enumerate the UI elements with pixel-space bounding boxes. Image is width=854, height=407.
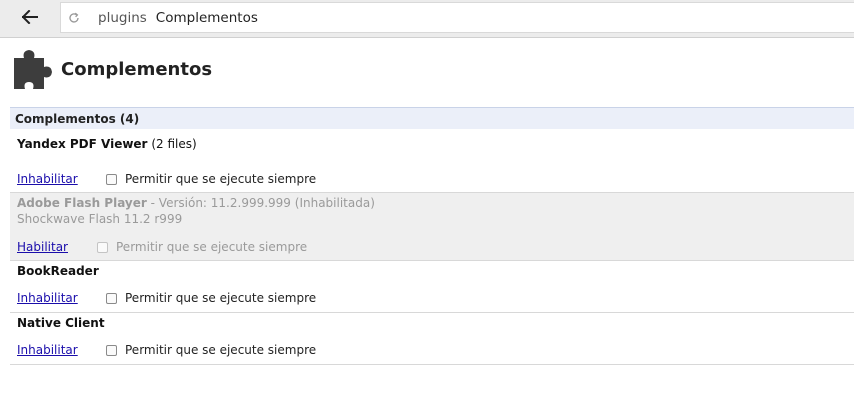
always-run-label: Permitir que se ejecute siempre — [125, 343, 317, 357]
section-title: Complementos (4) — [15, 111, 140, 126]
always-run-checkbox[interactable] — [106, 344, 117, 356]
enable-link[interactable]: Habilitar — [17, 240, 68, 254]
plugin-name: Yandex PDF Viewer (2 files) — [17, 137, 197, 151]
plugin-item-bookreader: BookReader Inhabilitar Permitir que se e… — [10, 261, 854, 313]
puzzle-icon — [12, 47, 56, 91]
reload-icon[interactable] — [68, 11, 82, 25]
always-run-checkbox — [97, 241, 108, 253]
always-run-option[interactable]: Permitir que se ejecute siempre — [106, 291, 316, 305]
always-run-label: Permitir que se ejecute siempre — [125, 291, 317, 305]
always-run-option[interactable]: Permitir que se ejecute siempre — [106, 343, 316, 357]
back-button[interactable] — [0, 0, 60, 37]
plugin-name: Adobe Flash Player - Versión: 11.2.999.9… — [17, 196, 375, 210]
always-run-option: Permitir que se ejecute siempre — [97, 240, 307, 254]
plugin-version: - Versión: 11.2.999.999 (Inhabilitada) — [150, 196, 375, 210]
always-run-option[interactable]: Permitir que se ejecute siempre — [106, 172, 316, 186]
address-bar[interactable]: plugins Complementos — [60, 2, 854, 33]
plugin-item-native-client: Native Client Inhabilitar Permitir que s… — [10, 313, 854, 365]
section-header: Complementos (4) — [10, 107, 854, 129]
disable-link[interactable]: Inhabilitar — [17, 343, 78, 357]
always-run-checkbox[interactable] — [106, 292, 117, 304]
url-page-title: Complementos — [155, 9, 258, 26]
page-header: Complementos — [12, 47, 212, 91]
plugin-item-yandex-pdf-viewer: Yandex PDF Viewer (2 files) Inhabilitar … — [10, 130, 854, 193]
plugin-item-adobe-flash-player: Adobe Flash Player - Versión: 11.2.999.9… — [10, 193, 854, 261]
plugin-files-count: (2 files) — [151, 137, 197, 151]
disable-link[interactable]: Inhabilitar — [17, 291, 78, 305]
plugin-name: BookReader — [17, 264, 99, 278]
arrow-left-icon — [21, 9, 38, 28]
browser-toolbar: plugins Complementos — [0, 0, 854, 38]
always-run-checkbox[interactable] — [106, 173, 117, 185]
always-run-label: Permitir que se ejecute siempre — [116, 240, 308, 254]
disable-link[interactable]: Inhabilitar — [17, 172, 78, 186]
plugin-description: Shockwave Flash 11.2 r999 — [17, 212, 183, 226]
url-prefix: plugins — [98, 9, 147, 26]
always-run-label: Permitir que se ejecute siempre — [125, 172, 317, 186]
plugin-name: Native Client — [17, 316, 105, 330]
page-title: Complementos — [61, 58, 213, 80]
